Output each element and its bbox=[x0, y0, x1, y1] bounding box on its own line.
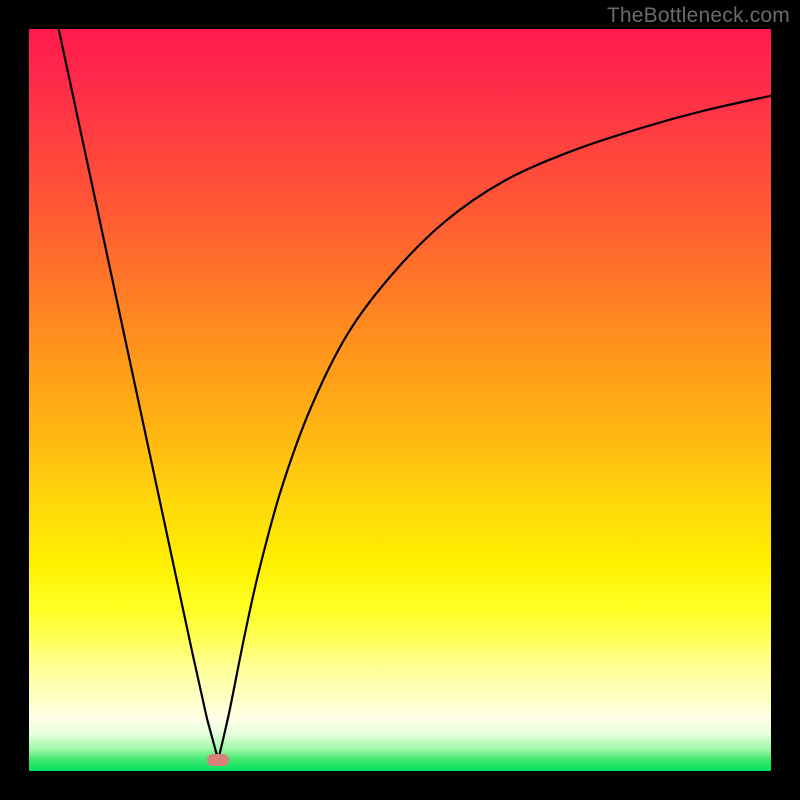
bottleneck-curve bbox=[29, 29, 771, 771]
watermark-text: TheBottleneck.com bbox=[607, 4, 790, 28]
chart-frame bbox=[29, 29, 771, 771]
optimal-marker bbox=[207, 754, 229, 766]
